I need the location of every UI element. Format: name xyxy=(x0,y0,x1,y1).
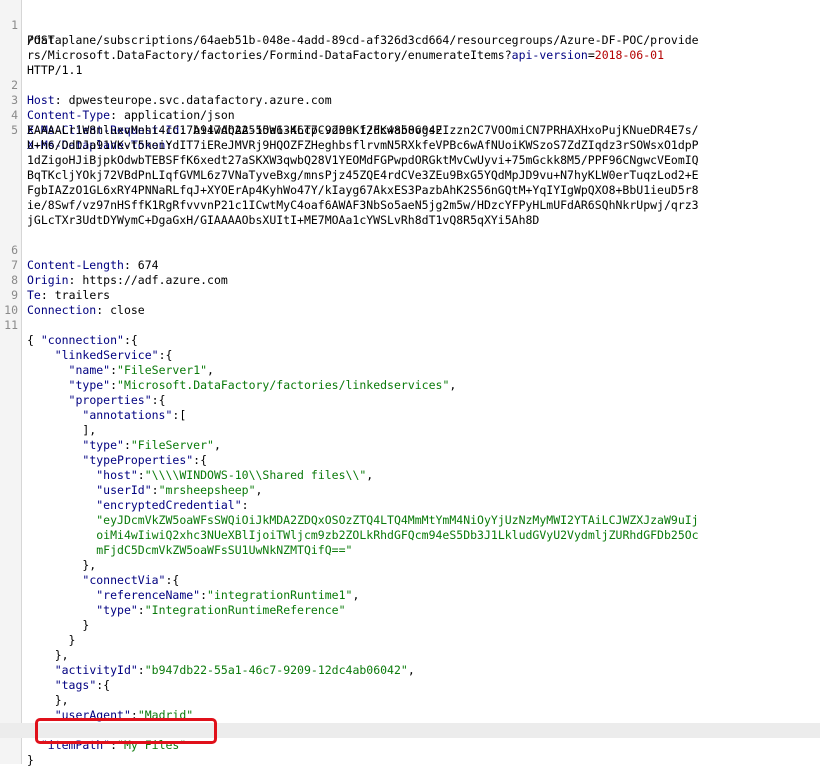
json-encrypted-credential: "encryptedCredential": xyxy=(96,498,249,512)
json-user-agent: "userAgent":"Madrid" xyxy=(54,708,194,722)
json-tags: "tags":{ xyxy=(54,678,111,692)
json-bracket: ], xyxy=(27,423,97,437)
token-line: EAAAALr1W8nluxvMnhi4cC17AiiwAQAA51OW63KL… xyxy=(27,123,699,137)
token-line: jGLcTXr3UdtDYWymC+DgaGxH/GIAAAAObsXUItI+… xyxy=(27,213,540,227)
blank-line: 10 xyxy=(0,288,820,317)
token-line: ie/8Swf/vz97nHSffK1RgRfvvvnP21c1ICwtMyC4… xyxy=(27,198,699,212)
json-type: "type":"IntegrationRuntimeReference" xyxy=(96,603,346,617)
json-type: "type":"Microsoft.DataFactory/factories/… xyxy=(68,378,457,392)
request-line-method: 1 POST xyxy=(0,3,820,47)
json-connect-via: "connectVia":{ xyxy=(82,573,180,587)
http-version: HTTP/1.1 xyxy=(27,63,83,77)
token-line: U+h6/OdDJa91VKvt5hoiYdIT7iEReJMVRj9HQOZF… xyxy=(27,138,699,152)
request-path-line: /dataplane/subscriptions/64aeb51b-048e-4… xyxy=(27,33,699,47)
header-content-type: 3 Content-Type: application/json xyxy=(0,78,820,122)
json-user-id: "userId":"mrsheepsheep", xyxy=(96,483,263,497)
header-connection: 9 Connection: close xyxy=(0,273,820,317)
json-type-properties: "typeProperties":{ xyxy=(82,453,208,467)
header-host: 2 Host: dpwesteurope.svc.datafactory.azu… xyxy=(0,63,820,107)
request-path-line: rs/Microsoft.DataFactory/factories/Formi… xyxy=(27,48,665,62)
json-reference-name: "referenceName":"integrationRuntime1", xyxy=(96,588,360,602)
encrypted-credential-line: "eyJDcmVkZW5oaWFsSWQiOiJkMDA2ZDQxOSOzZTQ… xyxy=(96,513,699,527)
encrypted-credential-line: mFjdC5DcmVkZW5oaWFsSU1UwNkNZMTQifQ==" xyxy=(96,543,353,557)
json-annotations: "annotations":[ xyxy=(82,408,187,422)
json-body-open: 11 { xyxy=(0,303,820,347)
header-origin: 7 Origin: https://adf.azure.com xyxy=(0,243,820,287)
token-line: 1dZigoHJiBjpkOdwbTEBSFfK6xedt27aSKXW3qwb… xyxy=(27,153,699,167)
json-brace: }, xyxy=(27,558,97,572)
json-connection: "connection":{ xyxy=(40,333,138,347)
http-request-editor[interactable]: 1 POST /dataplane/subscriptions/64aeb51b… xyxy=(0,0,820,767)
header-client-request-id: 4 X-Ms-Client-Request-Id: b947db22-55a1-… xyxy=(0,93,820,137)
json-brace: } xyxy=(27,633,76,647)
json-type: "type":"FileServer", xyxy=(82,438,221,452)
json-brace: } xyxy=(27,618,90,632)
json-host: "host":"\\\\WINDOWS-10\\Shared files\\", xyxy=(96,468,374,482)
json-linked-service: "linkedService":{ xyxy=(54,348,173,362)
item-path-highlight-box xyxy=(35,718,217,744)
json-properties: "properties":{ xyxy=(68,393,166,407)
json-brace: }, xyxy=(27,648,69,662)
header-content-length: 6 Content-Length: 674 xyxy=(0,228,820,272)
encrypted-credential-line: oiMi4wIiwiQ2xhc3NUeXBlIjoiTWljcm9zb2ZOLk… xyxy=(96,528,699,542)
json-name: "name":"FileServer1", xyxy=(68,363,214,377)
token-line: FgbIAZzO1GL6xRY4PNNaRLfqJ+XYOErAp4KyhWo4… xyxy=(27,183,699,197)
json-brace: }, xyxy=(27,693,69,707)
token-line: BqTKcljYOkj72VBdPnLIqfGVML6z7VNaTyveBxg/… xyxy=(27,168,699,182)
header-dataplane-token: 5 X-Ms-Dataplane-Token: xyxy=(0,108,820,152)
header-te: 8 Te: trailers xyxy=(0,258,820,302)
json-activity-id: "activityId":"b947db22-55a1-46c7-9209-12… xyxy=(54,663,415,677)
